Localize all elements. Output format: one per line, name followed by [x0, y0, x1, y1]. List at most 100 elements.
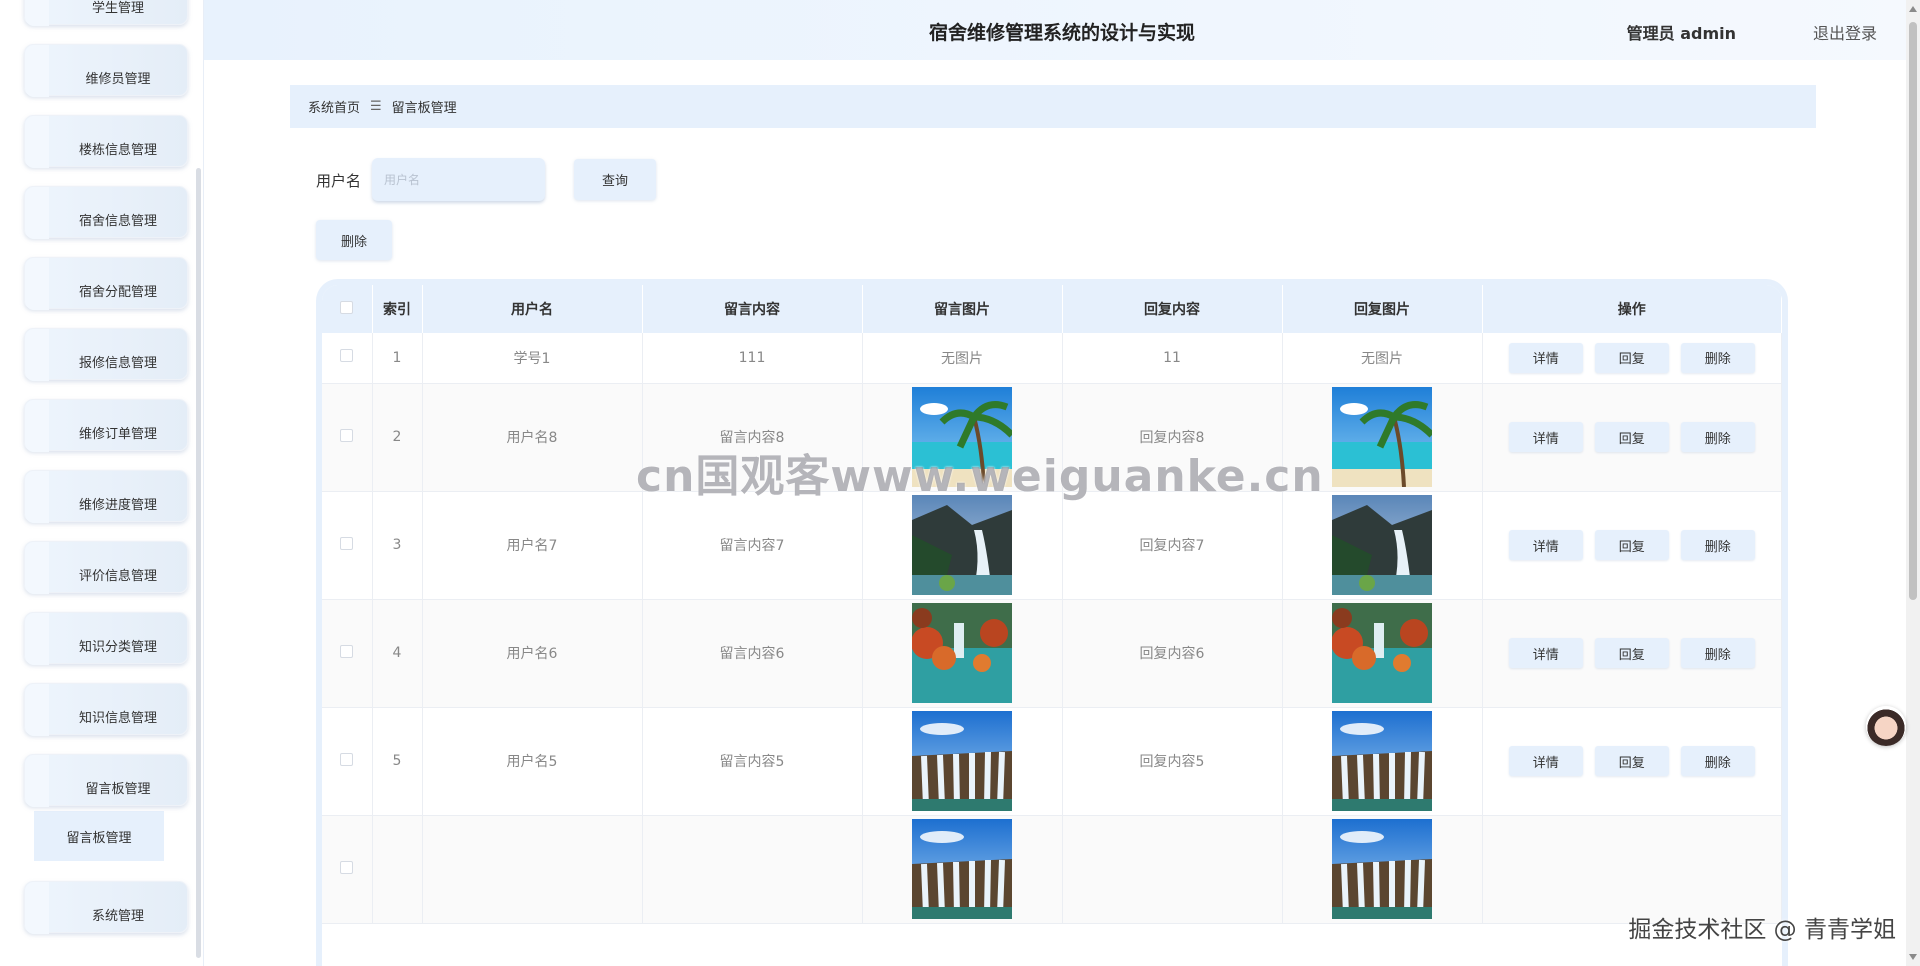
row-checkbox-cell [322, 491, 373, 600]
scrollbar-thumb[interactable] [1909, 22, 1917, 600]
detail-button[interactable]: 详情 [1508, 530, 1583, 560]
table-header-row: 索引 用户名 留言内容 留言图片 回复内容 回复图片 操作 [322, 285, 1782, 333]
table-row: 4 用户名6 留言内容6 回复内容6 详情 回复 删除 [322, 599, 1782, 708]
delete-button[interactable]: 删除 [1680, 746, 1755, 776]
sidebar-item-knowledge-info[interactable]: 知识信息管理 [24, 683, 188, 736]
sidebar-item-label: 宿舍分配管理 [78, 285, 157, 300]
sidebar-item-dorm-assign[interactable]: 宿舍分配管理 [24, 257, 188, 310]
sidebar-item-repairman[interactable]: 维修员管理 [24, 44, 188, 97]
sidebar-item-label: 维修订单管理 [78, 427, 157, 442]
image-cell [862, 707, 1063, 816]
username-search-input[interactable] [372, 158, 545, 201]
top-header: 宿舍维修管理系统的设计与实现 管理员 admin 退出登录 [204, 0, 1920, 60]
select-all-checkbox[interactable] [340, 300, 354, 314]
detail-button[interactable]: 详情 [1508, 342, 1583, 373]
image-cell [862, 599, 1063, 708]
message-image[interactable] [1332, 819, 1432, 919]
row-checkbox-cell [322, 815, 373, 924]
reply-cell [1062, 815, 1283, 924]
message-image[interactable] [911, 603, 1012, 703]
batch-delete-button[interactable]: 删除 [316, 220, 392, 260]
reply-cell: 回复内容6 [1062, 599, 1283, 708]
delete-button[interactable]: 删除 [1680, 638, 1755, 668]
sidebar-item-repair-report[interactable]: 报修信息管理 [24, 328, 188, 381]
detail-button[interactable]: 详情 [1508, 422, 1583, 452]
index-cell: 4 [372, 599, 423, 708]
ops-cell: 详情 回复 删除 [1482, 383, 1782, 492]
content-cell [642, 815, 863, 924]
content-cell: 111 [642, 333, 863, 384]
sidebar-item-system[interactable]: 系统管理 [24, 881, 188, 934]
assistant-avatar-icon[interactable] [1866, 706, 1906, 746]
detail-button[interactable]: 详情 [1508, 638, 1583, 668]
sidebar-item-label: 系统管理 [91, 909, 144, 924]
sidebar-item-repair-order[interactable]: 维修订单管理 [24, 399, 188, 452]
sidebar-item-label: 评价信息管理 [78, 569, 157, 584]
sidebar-item-label: 知识分类管理 [78, 640, 157, 655]
username-cell: 用户名8 [422, 383, 643, 492]
scroll-down-icon[interactable] [1909, 954, 1917, 960]
message-image[interactable] [1331, 603, 1432, 703]
page-scrollbar[interactable] [1906, 0, 1920, 966]
row-checkbox[interactable] [340, 860, 354, 874]
sidebar-item-label: 维修员管理 [85, 72, 151, 87]
submenu-item-message-board[interactable]: 留言板管理 [34, 811, 164, 861]
detail-button[interactable]: 详情 [1508, 746, 1583, 776]
message-image[interactable] [1332, 387, 1435, 488]
content-cell: 留言内容6 [642, 599, 863, 708]
sidebar-item-student[interactable]: 学生管理 [24, 0, 188, 26]
reply-cell: 回复内容7 [1062, 491, 1283, 600]
reply-button[interactable]: 回复 [1594, 342, 1669, 373]
reply-image-cell: 无图片 [1282, 333, 1483, 384]
message-image[interactable] [912, 495, 1012, 595]
column-header: 留言图片 [862, 285, 1063, 333]
ops-cell: 详情 回复 删除 [1482, 599, 1782, 708]
row-checkbox[interactable] [340, 752, 354, 766]
sidebar-scrollbar[interactable] [196, 168, 201, 958]
sidebar-item-label: 宿舍信息管理 [78, 214, 157, 229]
message-image[interactable] [912, 711, 1012, 811]
sidebar-item-label: 维修进度管理 [78, 498, 157, 513]
breadcrumb-current: 留言板管理 [391, 101, 457, 116]
row-checkbox[interactable] [340, 428, 354, 442]
reply-button[interactable]: 回复 [1594, 746, 1669, 776]
logout-link[interactable]: 退出登录 [1813, 20, 1877, 44]
sidebar-item-label: 楼栋信息管理 [78, 143, 157, 158]
message-image[interactable] [1332, 711, 1432, 811]
reply-button[interactable]: 回复 [1594, 422, 1669, 452]
delete-button[interactable]: 删除 [1680, 342, 1755, 373]
image-cell: 无图片 [862, 333, 1063, 384]
sidebar-item-dorm[interactable]: 宿舍信息管理 [24, 186, 188, 239]
current-user: 管理员 admin [1626, 24, 1736, 43]
table-row: 3 用户名7 留言内容7 回复内容7 详情 回复 删除 [322, 491, 1782, 600]
select-all-cell [322, 285, 373, 333]
column-header: 用户名 [422, 285, 643, 333]
content-cell: 留言内容5 [642, 707, 863, 816]
row-checkbox-cell [322, 333, 373, 384]
delete-button[interactable]: 删除 [1680, 422, 1755, 452]
sidebar-item-building[interactable]: 楼栋信息管理 [24, 115, 188, 168]
reply-cell: 11 [1062, 333, 1283, 384]
sidebar-item-evaluation[interactable]: 评价信息管理 [24, 541, 188, 594]
sidebar-item-message-board[interactable]: 留言板管理 [24, 754, 188, 807]
message-image[interactable] [912, 819, 1012, 919]
row-checkbox[interactable] [340, 644, 354, 658]
message-image[interactable] [1332, 495, 1432, 595]
row-checkbox-cell [322, 599, 373, 708]
scroll-up-icon[interactable] [1909, 6, 1917, 12]
ops-cell [1482, 815, 1782, 924]
reply-image-cell [1282, 491, 1483, 600]
image-cell [862, 491, 1063, 600]
column-header: 留言内容 [642, 285, 863, 333]
row-checkbox[interactable] [340, 536, 354, 550]
sidebar-item-repair-progress[interactable]: 维修进度管理 [24, 470, 188, 523]
username-cell: 用户名7 [422, 491, 643, 600]
row-checkbox[interactable] [340, 349, 354, 363]
sidebar-item-knowledge-category[interactable]: 知识分类管理 [24, 612, 188, 665]
query-button[interactable]: 查询 [574, 159, 656, 200]
column-header: 回复图片 [1282, 285, 1483, 333]
reply-button[interactable]: 回复 [1594, 530, 1669, 560]
delete-button[interactable]: 删除 [1680, 530, 1755, 560]
breadcrumb-home[interactable]: 系统首页 [308, 97, 360, 116]
reply-button[interactable]: 回复 [1594, 638, 1669, 668]
